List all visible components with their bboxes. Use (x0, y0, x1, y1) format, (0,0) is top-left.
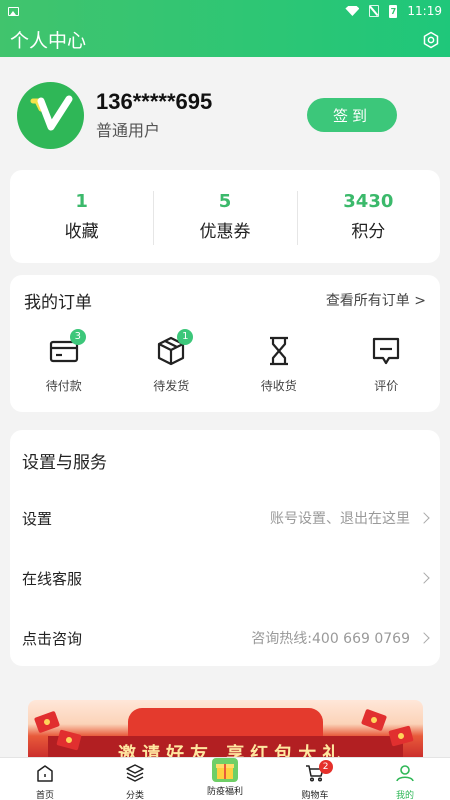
stat-favorites[interactable]: 1 收藏 (10, 191, 153, 242)
stat-label: 积分 (351, 222, 386, 242)
user-phone: 136*****695 (96, 89, 213, 114)
layers-icon (126, 764, 144, 782)
stat-value: 5 (218, 191, 232, 212)
chevron-right-icon (418, 572, 430, 584)
settings-row-label: 点击咨询 (22, 629, 83, 648)
wifi-icon (345, 6, 360, 16)
battery-icon: 7 (389, 4, 398, 18)
settings-title: 设置与服务 (22, 453, 107, 473)
orders-title: 我的订单 (24, 292, 92, 313)
order-label: 待付款 (45, 379, 82, 393)
status-bar: 7 11:19 (0, 0, 450, 22)
tab-home[interactable]: 首页 (0, 758, 90, 800)
image-notification-icon (8, 6, 19, 16)
profile-section: 136*****695 普通用户 签到 (17, 80, 437, 150)
tab-label: 购物车 (301, 791, 329, 800)
tab-mine[interactable]: 我的 (360, 758, 450, 800)
orders-card: 我的订单 查看所有订单 > 3 待付款 1 待发货 待收货 评价 (10, 275, 440, 412)
order-badge: 3 (69, 329, 86, 345)
user-icon (396, 765, 414, 782)
settings-row-consult[interactable]: 点击咨询 咨询热线:400 669 0769 (10, 608, 440, 668)
settings-gear-icon[interactable] (422, 31, 440, 49)
red-envelope-icon (360, 708, 388, 732)
red-envelope-icon (33, 710, 61, 734)
hourglass-icon (269, 336, 288, 366)
order-label: 评价 (374, 379, 399, 393)
tab-label: 分类 (125, 791, 144, 800)
app-logo-icon (30, 95, 72, 131)
bottom-tab-bar: 首页 分类 防疫福利 2 购物车 我的 (0, 757, 450, 800)
tab-cart[interactable]: 2 购物车 (270, 758, 360, 800)
stat-coupons[interactable]: 5 优惠券 (153, 191, 296, 245)
stat-value: 1 (75, 191, 88, 212)
avatar[interactable] (17, 81, 84, 149)
red-envelope-icon (388, 725, 414, 747)
order-pending-shipment[interactable]: 1 待发货 (118, 329, 226, 394)
user-level: 普通用户 (96, 121, 161, 140)
settings-row-label: 设置 (22, 509, 53, 528)
comment-icon (373, 337, 400, 365)
settings-row-value: 账号设置、退出在这里 (270, 511, 410, 527)
stats-card: 1 收藏 5 优惠券 3430 积分 (10, 170, 440, 263)
settings-row-settings[interactable]: 设置 账号设置、退出在这里 (10, 488, 440, 548)
app-header: 7 11:19 个人中心 (0, 0, 450, 57)
order-badge: 1 (177, 329, 194, 345)
tab-label: 首页 (35, 791, 54, 800)
tab-category[interactable]: 分类 (90, 758, 180, 800)
tab-epidemic-welfare[interactable]: 防疫福利 (180, 758, 270, 800)
order-label: 待发货 (153, 379, 190, 393)
chevron-right-icon (418, 632, 430, 644)
chevron-right-icon (418, 512, 430, 524)
no-sim-icon (369, 5, 380, 17)
gift-icon (212, 758, 238, 782)
tab-label: 防疫福利 (206, 787, 243, 797)
invite-banner[interactable]: 邀请好友 享红包大礼 (28, 700, 423, 760)
stat-value: 3430 (343, 191, 394, 212)
status-time: 11:19 (407, 4, 442, 18)
settings-row-label: 在线客服 (22, 569, 83, 588)
settings-row-value: 咨询热线:400 669 0769 (251, 631, 410, 647)
settings-row-customer-service[interactable]: 在线客服 (10, 548, 440, 608)
page-title: 个人中心 (10, 30, 87, 52)
signin-button[interactable]: 签到 (307, 98, 397, 132)
order-review[interactable]: 评价 (333, 335, 441, 394)
view-all-orders-link[interactable]: 查看所有订单 > (326, 290, 426, 310)
stat-label: 收藏 (64, 222, 99, 242)
cart-badge: 2 (318, 760, 333, 774)
order-pending-receipt[interactable]: 待收货 (225, 335, 333, 394)
stat-points[interactable]: 3430 积分 (296, 191, 440, 245)
settings-card: 设置与服务 设置 账号设置、退出在这里 在线客服 点击咨询 咨询热线:400 6… (10, 430, 440, 666)
order-pending-payment[interactable]: 3 待付款 (10, 329, 118, 394)
home-icon (37, 765, 53, 782)
order-label: 待收货 (260, 379, 297, 393)
tab-label: 我的 (395, 791, 414, 800)
stat-label: 优惠券 (199, 222, 251, 242)
banner-plate (128, 708, 323, 736)
